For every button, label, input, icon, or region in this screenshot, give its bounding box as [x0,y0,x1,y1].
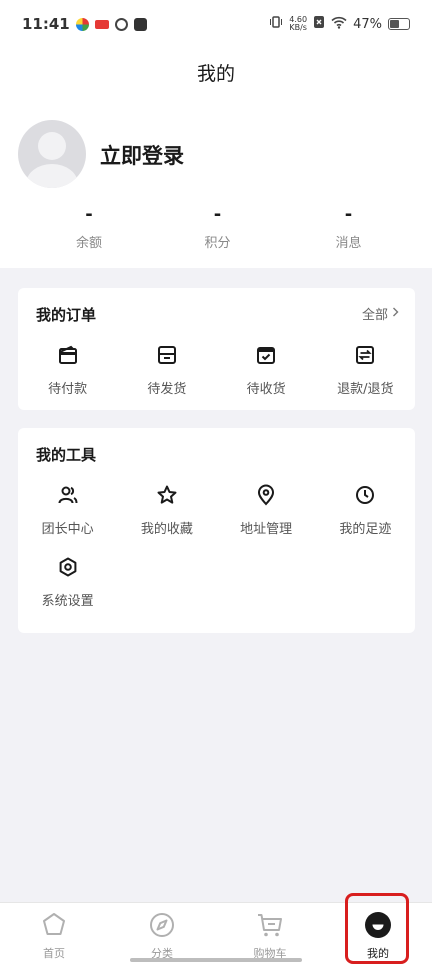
tools-title: 我的工具 [36,446,97,464]
net-speed-unit: KB/s [289,23,307,32]
tab-label: 首页 [43,947,65,960]
tool-item-label: 系统设置 [41,594,94,609]
orders-view-all-label: 全部 [361,308,388,323]
avatar-body-shape [26,164,78,188]
net-speed: 4.60 KB/s [289,16,307,32]
tool-item-leader-center[interactable]: 团长中心 [18,484,117,556]
sim-off-icon [313,15,325,33]
compass-icon [148,911,176,943]
order-item-label: 待付款 [48,382,88,397]
battery-percent: 47% [353,16,382,32]
tool-item-system-settings[interactable]: 系统设置 [18,556,117,628]
tool-item-label: 团长中心 [41,522,94,537]
stats-row: - 余额 - 积分 - 消息 [0,204,432,251]
profile-header: 立即登录 - 余额 - 积分 - 消息 [0,96,432,268]
status-bar: 11:41 4.60 KB/s 47% [0,0,432,48]
package-icon [156,344,178,370]
users-icon [57,484,79,510]
orders-grid: 待付款 待发货 待收货 退款/退货 [18,344,415,416]
avatar[interactable] [18,120,86,188]
nav-bar: 我的 [0,48,432,96]
app-notification-icon [75,17,89,31]
orders-view-all-link[interactable]: 全部 [362,304,399,323]
order-item-pending-payment[interactable]: 待付款 [18,344,117,416]
stat-messages[interactable]: - 消息 [289,204,432,251]
orders-title: 我的订单 [36,306,97,324]
status-time: 11:41 [22,15,70,33]
app2-notification-icon [133,17,147,31]
order-item-label: 退款/退货 [337,382,394,397]
settings-icon [57,556,79,582]
status-bar-right: 4.60 KB/s 47% [269,15,410,33]
orders-card: 我的订单 全部 待付款 待发货 待收货 退款/退货 [18,288,415,410]
tab-category[interactable]: 分类 [108,903,216,964]
inbox-icon [255,344,277,370]
gesture-bar [130,958,302,962]
tool-item-favorites[interactable]: 我的收藏 [117,484,216,556]
stat-messages-label: 消息 [335,236,362,251]
wifi-icon [331,16,347,33]
cart-icon [256,911,284,943]
sync-notification-icon [114,17,128,31]
login-button[interactable]: 立即登录 [100,140,184,170]
screen: 11:41 4.60 KB/s 47% 我的 立即登录 - 余额 - 积分 - … [0,0,432,964]
stat-messages-value: - [344,204,353,225]
order-item-label: 待收货 [246,382,286,397]
star-icon [156,484,178,510]
order-item-pending-receipt[interactable]: 待收货 [217,344,316,416]
tool-item-address-management[interactable]: 地址管理 [217,484,316,556]
order-item-pending-shipment[interactable]: 待发货 [117,344,216,416]
status-bar-left: 11:41 [22,15,147,33]
tool-item-label: 地址管理 [240,522,293,537]
stat-points-value: - [213,204,222,225]
stat-balance-value: - [85,204,93,225]
tools-card: 我的工具 团长中心 我的收藏 地址管理 我的足迹 系统设置 [18,428,415,633]
stat-balance-label: 余额 [76,236,103,251]
tab-cart[interactable]: 购物车 [216,903,324,964]
home-icon [40,911,68,943]
stat-points-label: 积分 [204,236,231,251]
active-tab-highlight [345,893,409,964]
tool-item-label: 我的收藏 [140,522,193,537]
tool-item-label: 我的足迹 [339,522,392,537]
tool-item-footprints[interactable]: 我的足迹 [316,484,415,556]
stat-points[interactable]: - 积分 [146,204,289,251]
vibrate-icon [269,15,283,33]
wallet-icon [57,344,79,370]
avatar-head-shape [38,132,66,160]
order-item-label: 待发货 [147,382,187,397]
chevron-right-icon [392,306,399,321]
tools-grid: 团长中心 我的收藏 地址管理 我的足迹 系统设置 [18,484,415,628]
tab-home[interactable]: 首页 [0,903,108,964]
clock-icon [354,484,376,510]
order-item-refund[interactable]: 退款/退货 [316,344,415,416]
refund-icon [354,344,376,370]
battery-icon [388,18,410,30]
stat-balance[interactable]: - 余额 [0,204,146,251]
news-notification-icon [94,19,109,29]
page-title: 我的 [196,62,235,85]
location-pin-icon [255,484,277,510]
